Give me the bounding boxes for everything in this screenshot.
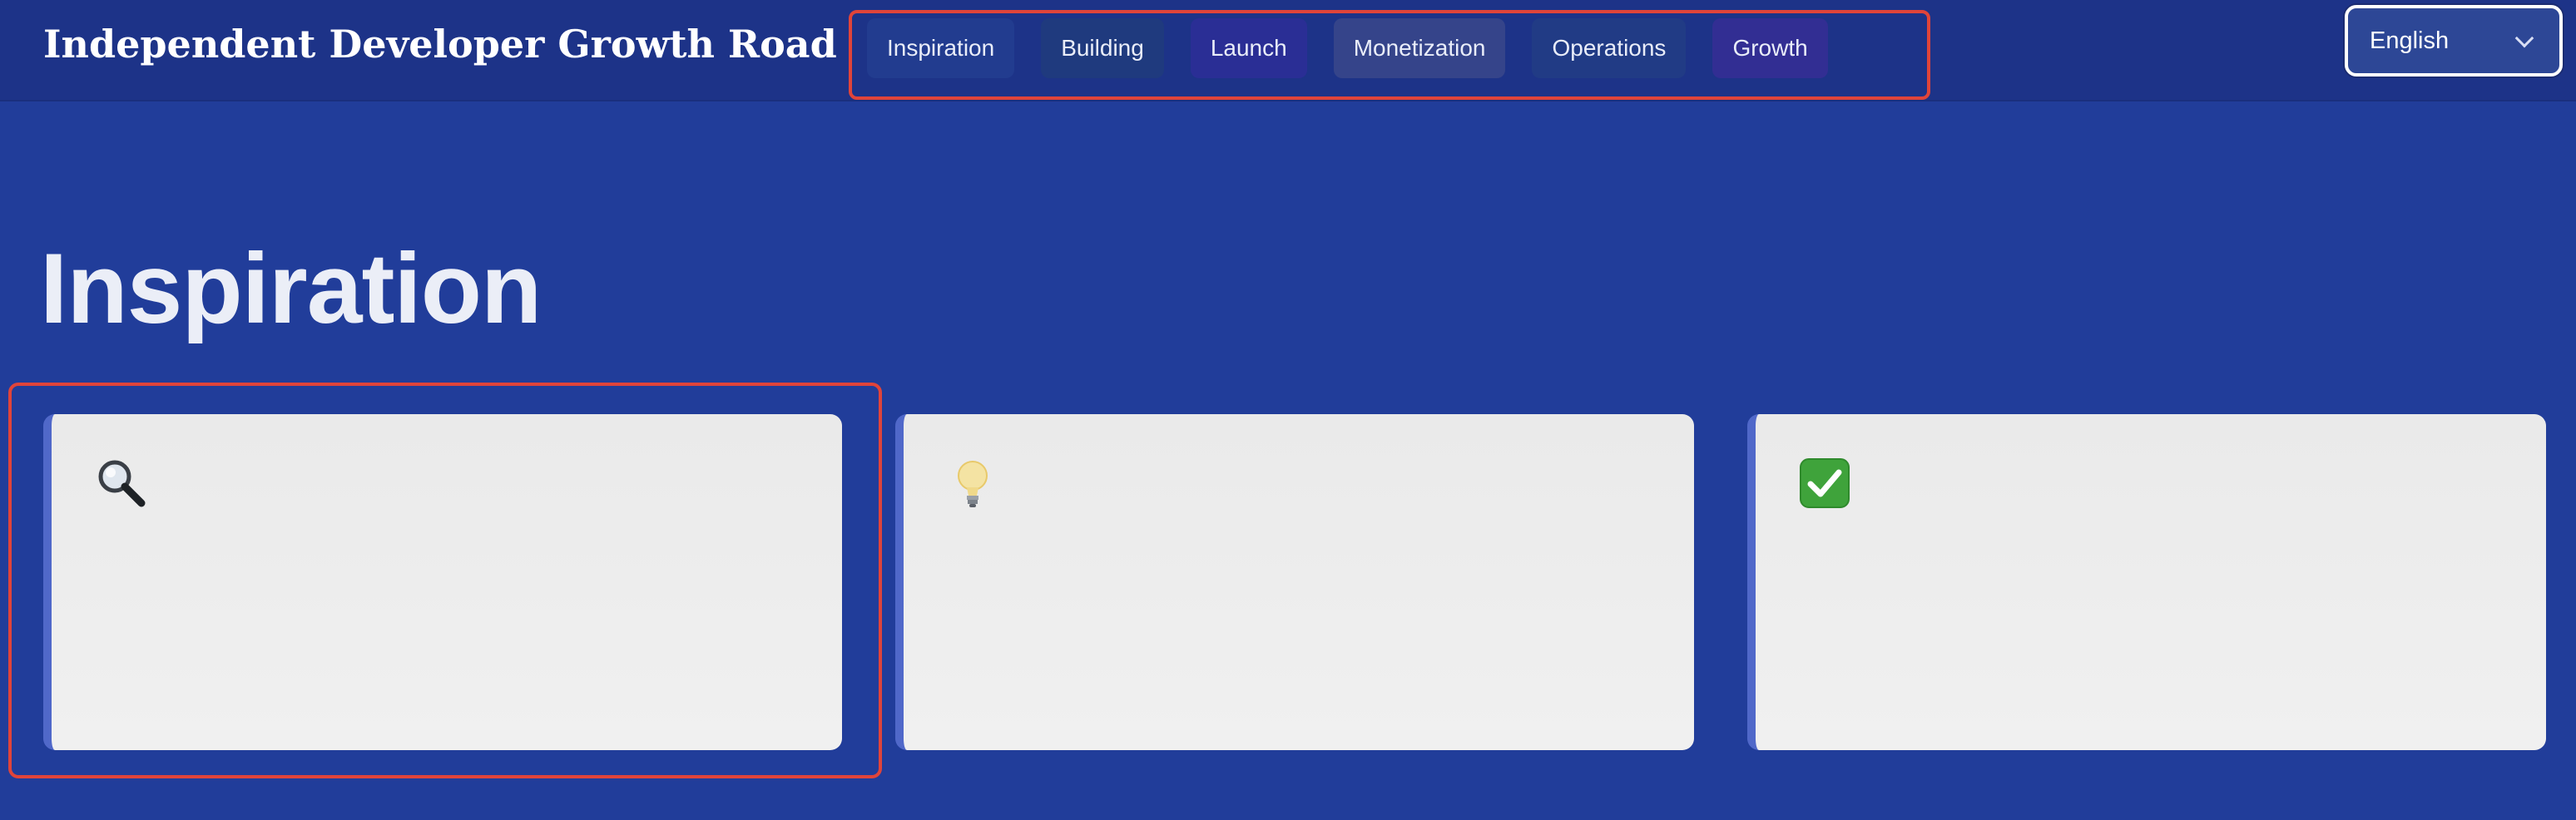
nav-item-launch[interactable]: Launch [1190, 18, 1307, 78]
site-title[interactable]: Independent Developer Growth Road [43, 22, 837, 67]
nav-item-building[interactable]: Building [1041, 18, 1164, 78]
language-select-value: English [2370, 27, 2450, 54]
section-heading: Inspiration [40, 233, 542, 344]
nav-item-inspiration[interactable]: Inspiration [867, 18, 1015, 78]
nav-item-operations[interactable]: Operations [1532, 18, 1687, 78]
nav-item-growth[interactable]: Growth [1712, 18, 1828, 78]
card-validate[interactable] [1747, 414, 2546, 750]
main-nav: Inspiration Building Launch Monetization… [867, 18, 1828, 78]
language-select[interactable]: English [2345, 5, 2563, 77]
check-mark-icon [1800, 458, 1850, 508]
card-idea[interactable] [895, 414, 1694, 750]
top-navigation-bar: Independent Developer Growth Road Inspir… [0, 0, 2576, 101]
card-research[interactable] [43, 414, 842, 750]
chevron-down-icon [2514, 28, 2534, 48]
nav-item-monetization[interactable]: Monetization [1333, 18, 1506, 78]
lightbulb-icon [958, 461, 988, 507]
magnifier-icon [98, 460, 146, 507]
